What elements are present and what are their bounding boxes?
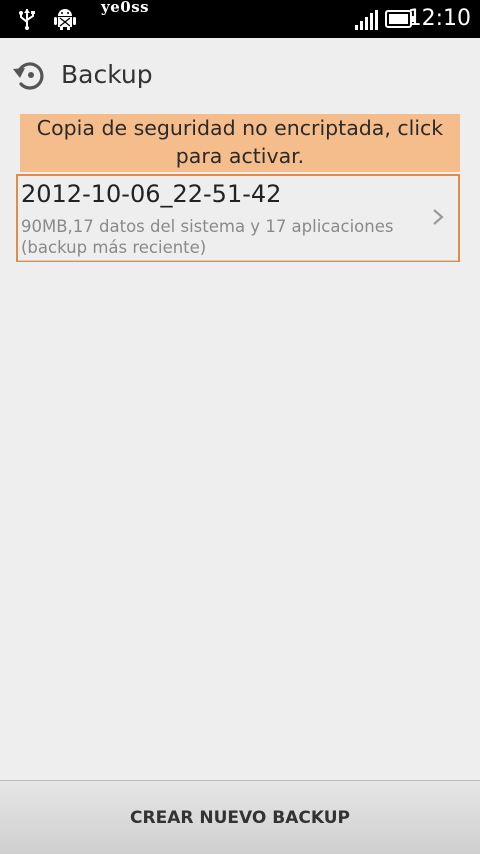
- android-debug-icon: [54, 9, 76, 30]
- list-divider: [18, 260, 458, 261]
- backup-recent-note: (backup más reciente): [21, 238, 207, 257]
- usb-icon: [19, 9, 35, 30]
- clock-text: 12:10: [407, 6, 471, 31]
- backup-name: 2012-10-06_22-51-42: [21, 180, 282, 208]
- backup-size-summary: 90MB,17 datos del sistema y 17 aplicacio…: [21, 217, 394, 236]
- status-bar: ye0ss 12:10: [0, 0, 480, 38]
- backup-details: 90MB,17 datos del sistema y 17 aplicacio…: [21, 216, 393, 258]
- bottom-action-bar: CREAR NUEVO BACKUP: [0, 780, 480, 854]
- backup-list-item[interactable]: 2012-10-06_22-51-42 90MB,17 datos del si…: [16, 174, 460, 262]
- create-new-backup-button[interactable]: CREAR NUEVO BACKUP: [0, 781, 480, 854]
- backup-restore-icon: [13, 62, 44, 90]
- backup-screen: Backup Copia de seguridad no encriptada,…: [0, 38, 480, 854]
- encryption-warning-banner[interactable]: Copia de seguridad no encriptada, click …: [20, 114, 460, 172]
- action-bar: Backup: [0, 38, 480, 114]
- page-title: Backup: [61, 60, 153, 89]
- signal-icon: [355, 10, 378, 30]
- chevron-right-icon: [433, 209, 444, 225]
- watermark-text: ye0ss: [101, 0, 150, 16]
